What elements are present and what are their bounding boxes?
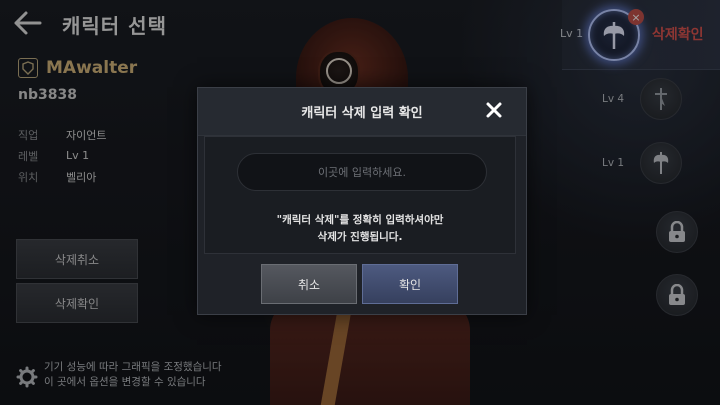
delete-confirm-dialog: 캐릭터 삭제 입력 확인 "캐릭터 삭제"를 정확히 입력하셔야만 삭제가 진행…	[197, 87, 527, 315]
dialog-message-line1: "캐릭터 삭제"를 정확히 입력하셔야만	[276, 214, 444, 226]
cancel-button[interactable]: 취소	[261, 264, 357, 304]
confirm-button[interactable]: 확인	[362, 264, 458, 304]
dialog-body: "캐릭터 삭제"를 정확히 입력하셔야만 삭제가 진행됩니다.	[204, 136, 516, 254]
confirm-text-input[interactable]	[237, 153, 487, 191]
dialog-message-line2: 삭제가 진행됩니다.	[317, 231, 403, 243]
close-button[interactable]	[484, 100, 504, 120]
close-icon	[486, 102, 502, 118]
dialog-title: 캐릭터 삭제 입력 확인	[301, 106, 423, 121]
dialog-message: "캐릭터 삭제"를 정확히 입력하셔야만 삭제가 진행됩니다.	[205, 212, 515, 246]
dialog-header: 캐릭터 삭제 입력 확인	[198, 88, 526, 136]
